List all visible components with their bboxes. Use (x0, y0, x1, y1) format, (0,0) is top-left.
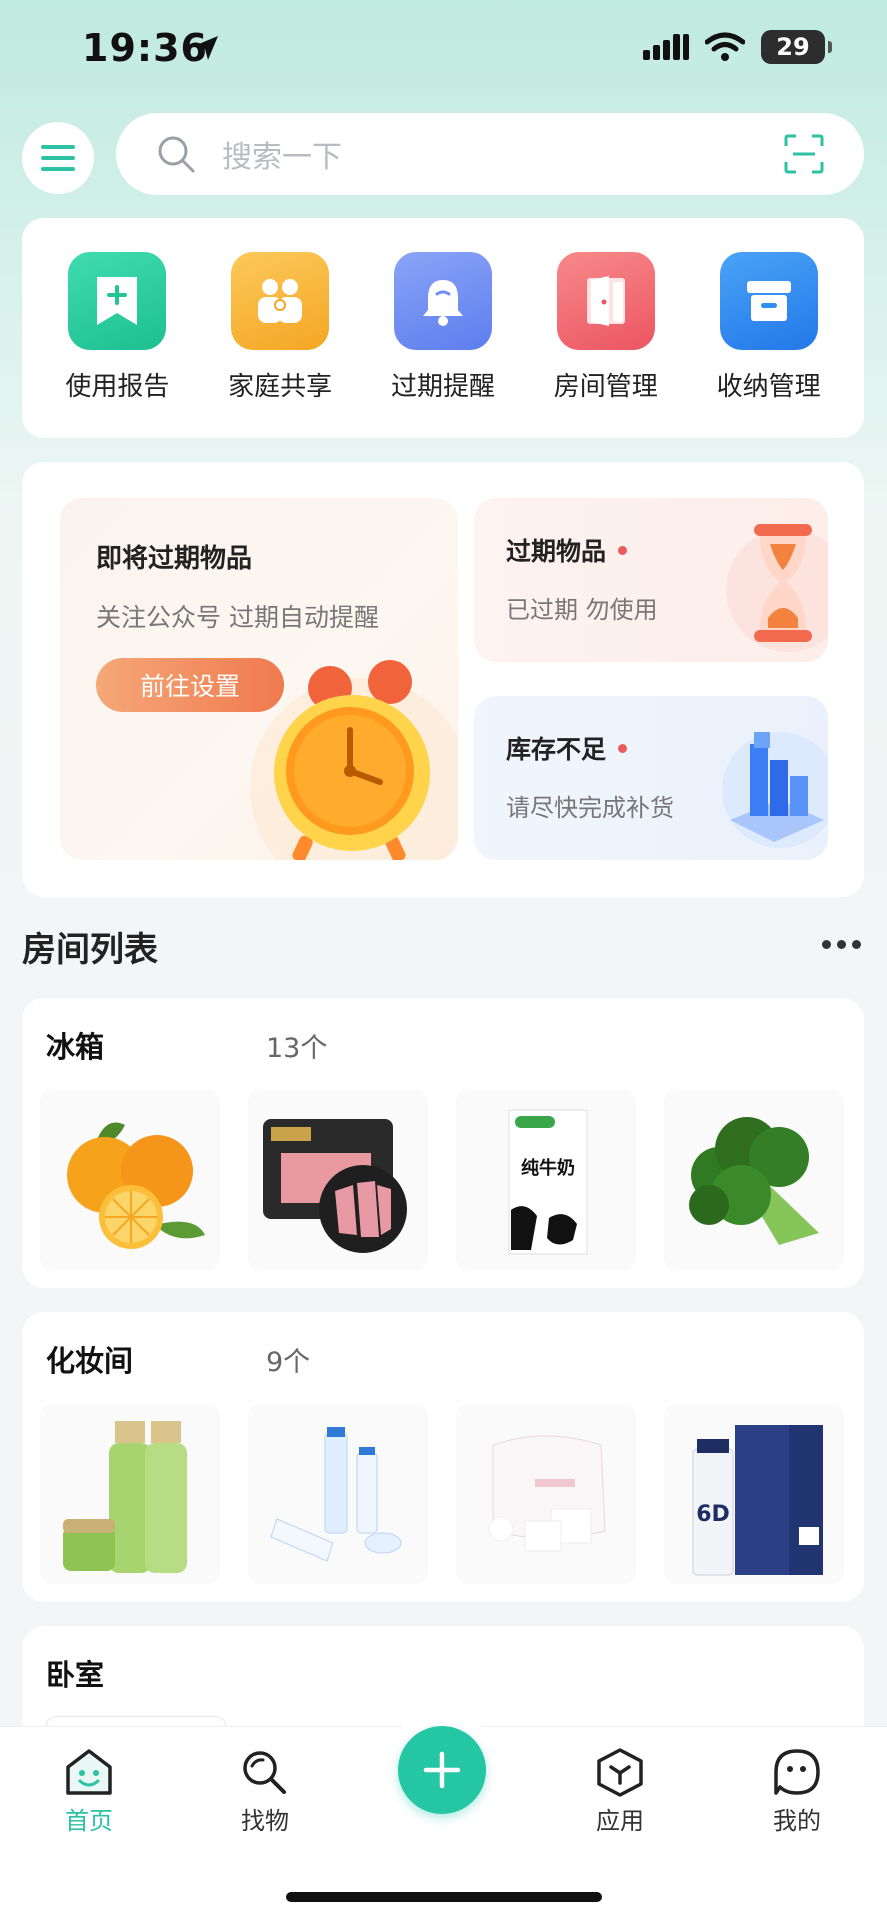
item-thumbnail[interactable] (456, 1404, 636, 1584)
item-thumbnail[interactable] (248, 1404, 428, 1584)
signal-icon (643, 34, 689, 60)
item-thumbnail[interactable]: 纯牛奶 (456, 1090, 636, 1270)
scan-icon[interactable] (784, 134, 824, 174)
expiring-subtitle: 关注公众号 过期自动提醒 (96, 603, 379, 632)
tab-apps[interactable]: 应用 (565, 1747, 675, 1836)
pork-package-image (263, 1119, 407, 1253)
bell-icon (393, 252, 492, 350)
quick-action-usage-report[interactable]: 使用报告 (42, 252, 192, 438)
room-item-thumbnails: 纯牛奶 (40, 1090, 844, 1270)
room-card-fridge[interactable]: 冰箱 13个 纯牛奶 (22, 998, 864, 1288)
6d-toner-image: 6D (692, 1425, 823, 1576)
menu-button[interactable] (22, 122, 94, 194)
expired-title-row: 过期物品 (506, 532, 628, 568)
quick-action-family-share[interactable]: 家庭共享 (205, 252, 355, 438)
tab-find[interactable]: 找物 (210, 1747, 320, 1836)
tab-apps-label: 应用 (596, 1807, 644, 1835)
quick-action-label: 家庭共享 (228, 372, 333, 402)
tab-home[interactable]: 首页 (34, 1747, 144, 1836)
magnifier-icon (243, 1751, 286, 1794)
svg-text:6D: 6D (696, 1502, 730, 1527)
hamburger-menu-icon (41, 145, 75, 171)
item-thumbnail[interactable]: 6D (664, 1404, 844, 1584)
quick-action-label: 收纳管理 (716, 372, 821, 402)
storage-box-icon (719, 252, 818, 350)
room-name: 卧室 (46, 1658, 105, 1692)
search-bar[interactable]: 搜索一下 (116, 113, 864, 195)
blue-skincare-image (270, 1427, 402, 1562)
room-item-count: 13个 (266, 1033, 328, 1064)
quick-action-storage-management[interactable]: 收纳管理 (694, 252, 844, 438)
hourglass-icon (726, 524, 828, 652)
home-indicator (286, 1892, 602, 1902)
tab-mine[interactable]: 我的 (742, 1747, 852, 1836)
room-list-title: 房间列表 (22, 930, 158, 970)
reminder-card: 即将过期物品 关注公众号 过期自动提醒 前往设置 过期物品 已过期 勿使用 库存… (22, 462, 864, 897)
cube-icon (597, 1748, 643, 1797)
expired-subtitle: 已过期 勿使用 (506, 596, 658, 624)
plus-icon (423, 1751, 461, 1789)
stock-chart-icon (722, 732, 828, 848)
new-dot (618, 545, 628, 555)
quick-actions-card: 使用报告 家庭共享 过期提醒 房间管理 收纳管理 (22, 218, 864, 438)
low-stock-title-row: 库存不足 (506, 730, 628, 766)
item-thumbnail[interactable] (40, 1090, 220, 1270)
room-name: 冰箱 (46, 1030, 105, 1064)
room-card-makeup[interactable]: 化妆间 9个 6D (22, 1312, 864, 1602)
face-icon (774, 1749, 820, 1795)
tab-mine-label: 我的 (773, 1807, 821, 1835)
expiring-title: 即将过期物品 (96, 544, 253, 574)
report-bookmark-icon (68, 252, 167, 350)
item-thumbnail[interactable] (40, 1404, 220, 1584)
expiring-items-panel[interactable]: 即将过期物品 关注公众号 过期自动提醒 前往设置 (60, 498, 458, 860)
location-arrow-icon (194, 36, 218, 60)
new-dot (618, 743, 628, 753)
search-input[interactable]: 搜索一下 (222, 132, 784, 176)
tab-find-label: 找物 (241, 1807, 289, 1835)
status-icons: 29 (643, 30, 832, 64)
milk-carton-image: 纯牛奶 (508, 1109, 588, 1255)
battery-indicator: 29 (761, 30, 832, 64)
add-item-button[interactable] (398, 1726, 486, 1814)
quick-action-label: 过期提醒 (390, 372, 495, 402)
svg-text:纯牛奶: 纯牛奶 (521, 1157, 575, 1179)
cotton-pads-image (488, 1435, 606, 1552)
room-name: 化妆间 (46, 1344, 134, 1378)
quick-action-label: 房间管理 (553, 372, 658, 402)
wifi-icon (705, 32, 745, 61)
tab-home-label: 首页 (65, 1807, 113, 1835)
quick-action-expiry-reminder[interactable]: 过期提醒 (368, 252, 518, 438)
quick-action-label: 使用报告 (65, 372, 170, 402)
item-thumbnail[interactable] (248, 1090, 428, 1270)
broccoli-image (689, 1117, 819, 1245)
low-stock-subtitle: 请尽快完成补货 (506, 794, 674, 822)
expired-title: 过期物品 (506, 537, 607, 566)
search-icon (158, 136, 195, 173)
family-share-icon (231, 252, 330, 350)
item-thumbnail[interactable] (664, 1090, 844, 1270)
room-item-thumbnails: 6D (40, 1404, 844, 1584)
door-icon (556, 252, 655, 350)
bottom-tab-bar: 首页 找物 应用 我的 (0, 1711, 887, 1920)
more-options-button[interactable] (822, 940, 861, 949)
green-skincare-image (63, 1421, 187, 1573)
room-item-count: 9个 (266, 1347, 311, 1378)
low-stock-title: 库存不足 (506, 735, 607, 764)
low-stock-panel[interactable]: 库存不足 请尽快完成补货 (474, 696, 828, 860)
quick-action-room-management[interactable]: 房间管理 (531, 252, 681, 438)
oranges-image (67, 1122, 205, 1249)
alarm-clock-icon (250, 660, 458, 860)
home-icon (66, 1749, 112, 1795)
expired-items-panel[interactable]: 过期物品 已过期 勿使用 (474, 498, 828, 662)
